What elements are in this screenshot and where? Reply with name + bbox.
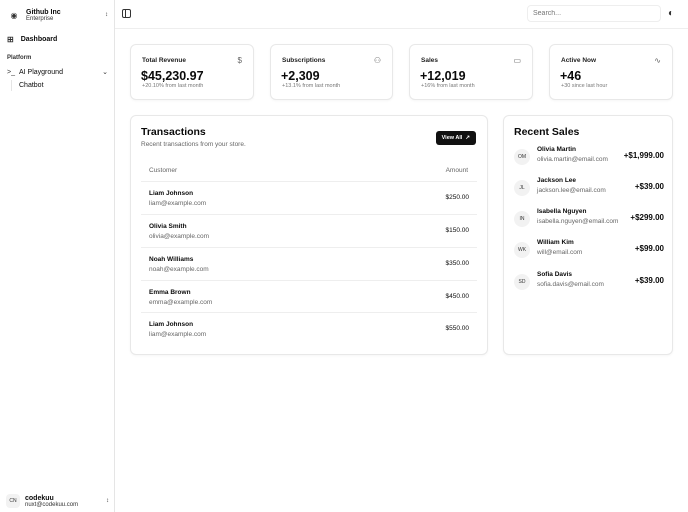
amount: $550.00 xyxy=(445,325,470,332)
sidebar-item-label: Dashboard xyxy=(20,36,58,43)
customer-name: Liam Johnson xyxy=(149,190,194,197)
avatar: WK xyxy=(514,242,530,258)
stat-label: Total Revenue xyxy=(142,57,186,64)
sidebar-item-ai-playground[interactable]: >_ AI Playground ⌄ xyxy=(7,68,108,77)
avatar: CN xyxy=(6,494,20,508)
recent-sales-card: Recent Sales OM Olivia Martin olivia.marti… xyxy=(503,115,673,355)
sale-email: jackson.lee@email.com xyxy=(537,187,606,194)
sidebar-item-label: AI Playground xyxy=(18,68,63,76)
amount: $150.00 xyxy=(445,227,470,234)
transactions-title: Transactions xyxy=(141,126,206,138)
stat-card-sales: Sales ▭ +12,019 +16% from last month xyxy=(409,44,533,100)
amount: $250.00 xyxy=(445,194,470,201)
stat-card-subscriptions: Subscriptions ⚇ +2,309 +13.1% from last … xyxy=(270,44,393,100)
team-switcher[interactable]: ◉ Github Inc Enterprise ↕ xyxy=(8,6,109,24)
sale-email: sofia.davis@email.com xyxy=(537,281,604,288)
theme-toggle-icon[interactable]: ◐ xyxy=(668,8,674,19)
sale-amount: +$1,999.00 xyxy=(623,151,664,160)
avatar: OM xyxy=(514,149,530,165)
sale-name: Jackson Lee xyxy=(537,177,577,184)
customer-email: emma@example.com xyxy=(149,299,213,306)
stat-label: Subscriptions xyxy=(282,57,326,64)
credit-card-icon: ▭ xyxy=(513,56,521,65)
avatar: IN xyxy=(514,211,530,227)
terminal-icon: >_ xyxy=(7,68,15,76)
transactions-subtitle: Recent transactions from your store. xyxy=(141,141,246,148)
avatar: SD xyxy=(514,274,530,290)
table-row[interactable]: Liam Johnson liam@example.com $250.00 xyxy=(141,181,477,214)
sale-amount: +$99.00 xyxy=(634,244,664,253)
sale-email: will@email.com xyxy=(537,249,583,256)
sale-name: William Kim xyxy=(537,239,574,246)
list-item: SD Sofia Davis sofia.davis@email.com +$39.0… xyxy=(514,270,664,296)
sale-amount: +$299.00 xyxy=(630,213,664,222)
arrow-up-right-icon: ↗ xyxy=(465,135,470,141)
table-row[interactable]: Olivia Smith olivia@example.com $150.00 xyxy=(141,214,477,247)
table-row[interactable]: Emma Brown emma@example.com $450.00 xyxy=(141,280,477,313)
stat-value: +46 xyxy=(560,69,582,83)
avatar: JL xyxy=(514,180,530,196)
github-icon: ◉ xyxy=(10,10,18,20)
stat-value: +12,019 xyxy=(420,69,466,83)
sale-name: Sofia Davis xyxy=(537,271,573,278)
sidebar-item-dashboard[interactable]: ⊞ Dashboard xyxy=(7,35,57,44)
table-row[interactable]: Noah Williams noah@example.com $350.00 xyxy=(141,247,477,280)
stat-value: $45,230.97 xyxy=(141,69,204,83)
chevrons-up-down-icon: ↕ xyxy=(106,498,109,504)
sale-email: isabella.nguyen@email.com xyxy=(537,218,619,225)
stat-card-active-now: Active Now ∿ +46 +30 since last hour xyxy=(549,44,673,100)
dollar-icon: $ xyxy=(237,56,242,65)
list-item: JL Jackson Lee jackson.lee@email.com +$39.0… xyxy=(514,176,664,202)
user-name: codekuu xyxy=(25,494,54,502)
stat-label: Sales xyxy=(421,57,438,64)
sale-name: Isabella Nguyen xyxy=(537,208,587,215)
transactions-card: Transactions Recent transactions from yo… xyxy=(130,115,488,355)
sale-amount: +$39.00 xyxy=(634,182,664,191)
user-email: nuxt@codekuu.com xyxy=(25,501,79,508)
user-menu[interactable]: CN codekuu nuxt@codekuu.com ↕ xyxy=(6,494,109,508)
stat-card-total-revenue: Total Revenue $ $45,230.97 +20.10% from … xyxy=(130,44,254,100)
view-all-label: View All xyxy=(441,135,463,141)
view-all-button[interactable]: View All ↗ xyxy=(435,131,476,145)
stat-sub: +30 since last hour xyxy=(561,83,608,89)
sale-name: Olivia Martin xyxy=(537,146,577,153)
customer-name: Noah Williams xyxy=(149,256,194,263)
team-plan: Enterprise xyxy=(26,15,54,22)
customer-name: Olivia Smith xyxy=(149,223,187,230)
customer-email: noah@example.com xyxy=(149,266,209,273)
list-item: OM Olivia Martin olivia.martin@email.com +$… xyxy=(514,145,664,171)
stat-sub: +20.10% from last month xyxy=(142,83,204,89)
sale-amount: +$39.00 xyxy=(634,276,664,285)
activity-icon: ∿ xyxy=(654,56,661,65)
list-item: IN Isabella Nguyen isabella.nguyen@email.c… xyxy=(514,207,664,233)
list-item: WK William Kim will@email.com +$99.00 xyxy=(514,238,664,264)
customer-email: olivia@example.com xyxy=(149,233,210,240)
column-header-customer: Customer xyxy=(149,167,178,174)
top-bar: ◐ xyxy=(115,0,688,29)
sale-email: olivia.martin@email.com xyxy=(537,156,608,163)
stat-sub: +13.1% from last month xyxy=(282,83,341,89)
recent-sales-title: Recent Sales xyxy=(514,126,580,138)
sidebar-toggle-icon[interactable] xyxy=(122,9,131,18)
sidebar-item-chatbot[interactable]: Chatbot xyxy=(11,80,44,91)
layout-grid-icon: ⊞ xyxy=(7,35,14,44)
sidebar: ◉ Github Inc Enterprise ↕ ⊞ Dashboard Pl… xyxy=(0,0,115,512)
customer-email: liam@example.com xyxy=(149,200,207,207)
amount: $350.00 xyxy=(445,260,470,267)
chevrons-up-down-icon: ↕ xyxy=(105,12,108,18)
search-input[interactable] xyxy=(527,5,661,22)
stat-label: Active Now xyxy=(561,57,597,64)
amount: $450.00 xyxy=(445,293,470,300)
stat-value: +2,309 xyxy=(281,69,320,83)
users-icon: ⚇ xyxy=(373,56,381,65)
team-name: Github Inc xyxy=(26,8,61,16)
chevron-down-icon: ⌄ xyxy=(102,69,108,76)
table-row[interactable]: Liam Johnson liam@example.com $550.00 xyxy=(141,312,477,345)
column-header-amount: Amount xyxy=(445,167,468,174)
customer-name: Emma Brown xyxy=(149,289,191,296)
customer-email: liam@example.com xyxy=(149,331,207,338)
sidebar-group-label: Platform xyxy=(7,55,32,61)
customer-name: Liam Johnson xyxy=(149,321,194,328)
stat-sub: +16% from last month xyxy=(421,83,475,89)
